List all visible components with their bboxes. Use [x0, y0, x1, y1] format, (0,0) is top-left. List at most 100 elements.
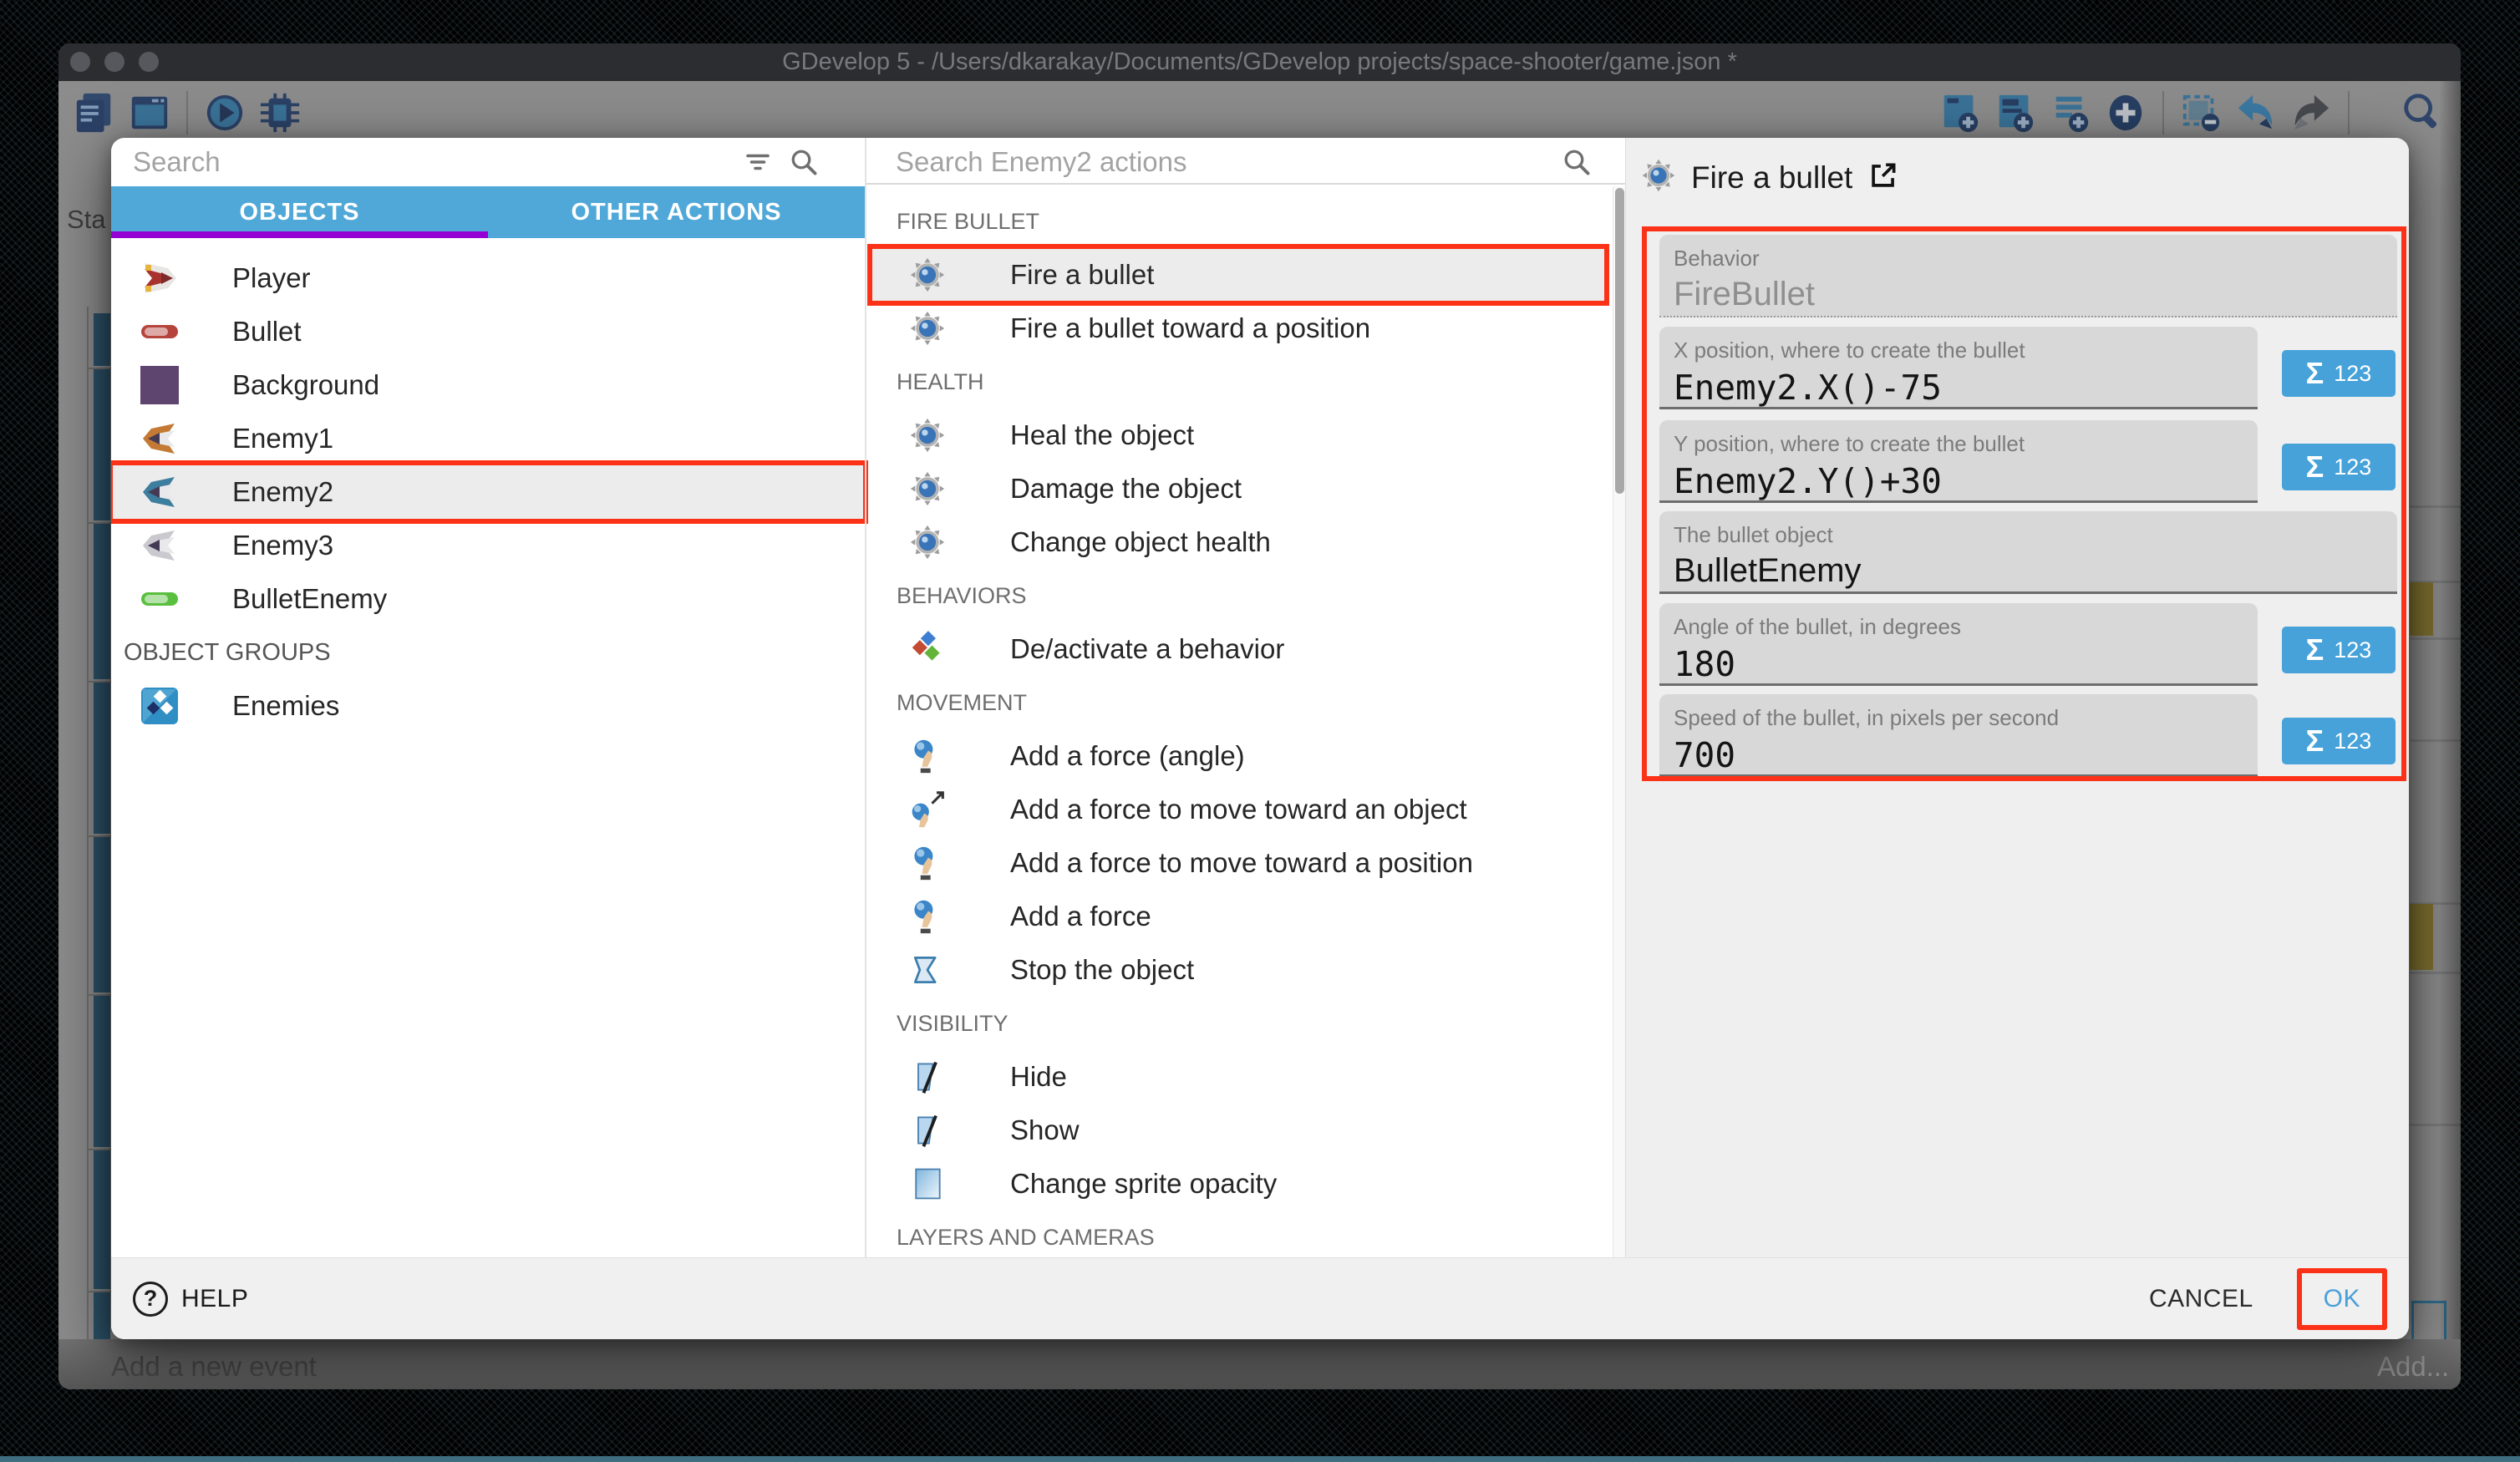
action-header: Fire a bullet [1641, 158, 1899, 197]
window-title: GDevelop 5 - /Users/dkarakay/Documents/G… [58, 43, 2461, 81]
gear-icon [908, 523, 947, 561]
gear-icon [908, 309, 947, 348]
action-item-deactivate-behavior[interactable]: De/activate a behavior [871, 622, 1605, 676]
action-item-add-force[interactable]: Add a force [871, 890, 1605, 943]
sigma-icon: Σ [2306, 723, 2324, 759]
play-preview-button[interactable] [201, 89, 248, 136]
group-item-enemies[interactable]: Enemies [113, 679, 863, 733]
expression-editor-button[interactable]: Σ 123 [2282, 627, 2396, 673]
event-row [94, 837, 110, 992]
behavior-value: FireBullet [1674, 276, 2389, 313]
redo-icon [2290, 92, 2332, 134]
y-position-value[interactable]: Enemy2.Y()+30 [1674, 461, 2249, 501]
sigma-icon: Σ [2306, 356, 2324, 391]
debug-button[interactable] [257, 89, 303, 136]
add-new-event-link[interactable]: Add a new event [111, 1351, 317, 1383]
event-row [94, 996, 110, 1147]
bullet-object-value[interactable]: BulletEnemy [1674, 552, 2389, 590]
speed-value[interactable]: 700 [1674, 735, 2249, 775]
action-item-damage[interactable]: Damage the object [871, 462, 1605, 515]
action-item-stop-object[interactable]: Stop the object [871, 943, 1605, 997]
tab-other-actions[interactable]: OTHER ACTIONS [488, 186, 865, 238]
action-item-add-force-angle[interactable]: Add a force (angle) [871, 729, 1605, 783]
object-item-player[interactable]: Player [113, 251, 863, 305]
desktop-bottom-strip [0, 1456, 2520, 1462]
action-item-heal[interactable]: Heal the object [871, 409, 1605, 462]
gear-icon [908, 256, 947, 294]
add-comment-button[interactable] [1992, 89, 2039, 136]
x-position-value[interactable]: Enemy2.X()-75 [1674, 368, 2249, 408]
event-tree-line [87, 307, 89, 1389]
app-window: GDevelop 5 - /Users/dkarakay/Documents/G… [58, 43, 2461, 1389]
hide-icon [908, 1058, 947, 1096]
undo-icon [2235, 92, 2277, 134]
expression-editor-button[interactable]: Σ 123 [2282, 718, 2396, 764]
undo-button[interactable] [2233, 89, 2279, 136]
open-in-new-icon[interactable] [1867, 160, 1899, 195]
action-item-change-health[interactable]: Change object health [871, 515, 1605, 569]
project-manager-button[interactable] [71, 89, 118, 136]
event-row [94, 524, 110, 679]
sigma-icon: Σ [2306, 449, 2324, 485]
section-movement: MOVEMENT [871, 676, 1605, 729]
search-icon [1562, 147, 1592, 177]
background-square-icon [140, 365, 180, 405]
delete-selection-button[interactable] [2177, 89, 2224, 136]
object-item-bulletenemy[interactable]: BulletEnemy [113, 572, 863, 626]
scrollbar-thumb[interactable] [1615, 188, 1624, 494]
section-visibility: VISIBILITY [871, 997, 1605, 1050]
action-item-force-toward-position[interactable]: Add a force to move toward a position [871, 836, 1605, 890]
action-search-input[interactable] [866, 138, 1625, 186]
object-search [111, 138, 865, 186]
gear-icon [1641, 158, 1676, 197]
enemy3-ship-icon [140, 525, 180, 566]
action-item-change-opacity[interactable]: Change sprite opacity [871, 1157, 1605, 1211]
object-item-bullet[interactable]: Bullet [113, 305, 863, 358]
object-item-enemy1[interactable]: Enemy1 [113, 412, 863, 465]
add-subevent-button[interactable] [2047, 89, 2094, 136]
toolbar-right [1937, 89, 2355, 136]
expression-editor-button[interactable]: Σ 123 [2282, 444, 2396, 490]
add-more-link[interactable]: Add... [2377, 1351, 2449, 1383]
tab-objects[interactable]: OBJECTS [111, 186, 488, 238]
background-tab-label: Sta [67, 205, 106, 235]
field-x-position: X position, where to create the bullet E… [1659, 327, 2397, 409]
bullet-enemy-icon [140, 579, 180, 619]
opacity-icon [908, 1165, 947, 1203]
add-subevent-icon [2050, 92, 2091, 134]
action-item-force-toward-object[interactable]: Add a force to move toward an object [871, 783, 1605, 836]
search-events-button[interactable] [2398, 88, 2445, 135]
redo-button[interactable] [2288, 89, 2335, 136]
scrollbar-track[interactable] [1613, 186, 1625, 1257]
object-item-enemy3[interactable]: Enemy3 [113, 519, 863, 572]
expression-editor-button[interactable]: Σ 123 [2282, 350, 2396, 397]
search-icon [789, 147, 819, 177]
force-arrow-icon [908, 790, 947, 829]
action-list: FIRE BULLET Fire a bullet Fire a bullet … [866, 185, 1625, 1257]
action-editor-dialog: OBJECTS OTHER ACTIONS Player Bullet Back… [111, 138, 2409, 1339]
show-icon [908, 1111, 947, 1150]
object-item-background[interactable]: Background [113, 358, 863, 412]
annotation-ok-box: OK [2297, 1268, 2387, 1330]
scene-editor-button[interactable] [126, 89, 173, 136]
group-cubes-icon [140, 686, 180, 726]
objects-panel: OBJECTS OTHER ACTIONS Player Bullet Back… [111, 138, 865, 1257]
force-icon [908, 897, 947, 936]
object-item-enemy2-selected[interactable]: Enemy2 [113, 465, 863, 519]
cancel-button[interactable]: CANCEL [2149, 1285, 2253, 1313]
player-ship-icon [140, 258, 180, 298]
action-item-fire-toward-position[interactable]: Fire a bullet toward a position [871, 302, 1605, 355]
angle-value[interactable]: 180 [1674, 644, 2249, 684]
action-item-show[interactable]: Show [871, 1104, 1605, 1157]
choose-event-button[interactable] [2102, 89, 2149, 136]
parameter-fields: Behavior FireBullet X position, where to… [1659, 235, 2397, 786]
add-event-button[interactable] [1937, 89, 1984, 136]
ok-button[interactable]: OK [2324, 1285, 2360, 1313]
help-button[interactable]: ? HELP [133, 1282, 248, 1317]
add-comment-icon [1994, 92, 2036, 134]
field-bullet-object: The bullet object BulletEnemy [1659, 511, 2397, 594]
filter-icon[interactable] [743, 147, 773, 177]
action-item-fire-a-bullet-selected[interactable]: Fire a bullet [871, 248, 1605, 302]
toolbar-separator [186, 91, 188, 135]
action-item-hide[interactable]: Hide [871, 1050, 1605, 1104]
